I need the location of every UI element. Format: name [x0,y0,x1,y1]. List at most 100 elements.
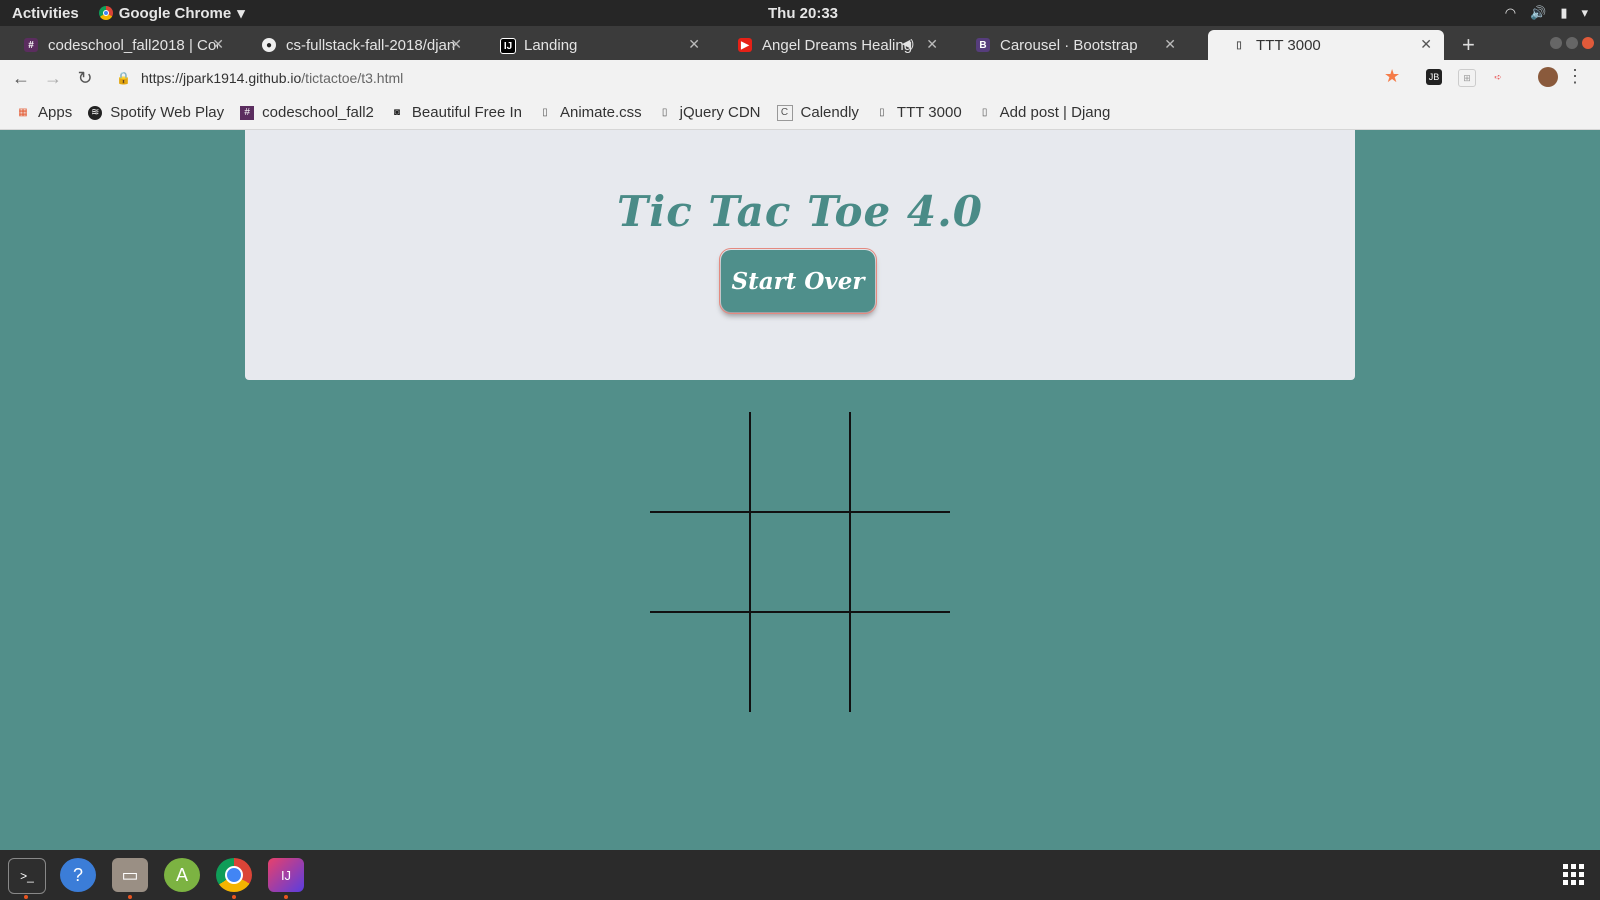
bookmark-add-post[interactable]: ▯ Add post | Djang [978,104,1111,121]
files-icon[interactable]: ▭ [112,858,148,892]
close-icon[interactable]: ✕ [688,36,700,53]
page-icon: ▯ [981,107,988,118]
tab-strip: # codeschool_fall2018 | Coc ✕ ● cs-fulls… [0,26,1600,60]
minimize-button[interactable] [1550,37,1562,49]
bootstrap-icon: B [976,38,990,52]
close-icon[interactable]: ✕ [450,36,462,53]
android-studio-icon[interactable]: A [164,858,200,892]
profile-avatar[interactable] [1538,67,1558,87]
chevron-down-icon[interactable]: ▾ [1581,5,1588,21]
calendly-icon: C [776,104,793,121]
bookmark-calendly[interactable]: C Calendly [776,104,859,121]
url-host: https://jpark1914.github.io [140,70,302,86]
extension-arrow-icon[interactable]: ➪ [1490,69,1506,85]
bookmark-codeschool[interactable]: # codeschool_fall2 [240,104,374,121]
bookmark-star-icon[interactable]: ★ [1384,66,1400,87]
tab-title: Angel Dreams Healing [762,36,912,54]
running-indicator [232,895,236,899]
tab-codeschool[interactable]: # codeschool_fall2018 | Coc ✕ [0,30,236,60]
app-menu[interactable]: Google Chrome ▾ [98,4,245,22]
url-path: /tictactoe/t3.html [301,70,404,86]
bookmark-label: Add post | Djang [999,104,1111,121]
header-card: Tic Tac Toe 4.0 Start Over [245,130,1355,380]
bookmark-apps[interactable]: ▦ Apps [16,104,72,121]
bookmark-ttt-3000[interactable]: ▯ TTT 3000 [875,104,962,121]
page-content: Tic Tac Toe 4.0 Start Over [0,130,1600,850]
board-cell[interactable] [650,412,749,511]
help-icon[interactable]: ? [60,858,96,892]
chevron-down-icon: ▾ [237,5,245,22]
board-cell[interactable] [751,513,850,612]
bookmark-label: Spotify Web Play [110,104,225,121]
bookmark-label: TTT 3000 [896,104,962,121]
page-icon: ▯ [879,107,885,118]
board-cell[interactable] [751,613,850,712]
board-cell[interactable] [650,513,749,612]
terminal-icon[interactable]: >_ [8,858,46,894]
tab-ttt-3000[interactable]: ▯ TTT 3000 ✕ [1208,30,1444,60]
wifi-icon[interactable]: ◠ [1505,5,1516,21]
bookmark-beautiful-free[interactable]: ◙ Beautiful Free In [390,104,522,121]
slack-hash-icon: # [240,105,255,120]
bookmark-jquery-cdn[interactable]: ▯ jQuery CDN [658,104,761,121]
jetbrains-extension-icon[interactable]: JB [1426,69,1442,85]
page-icon: ▯ [1236,39,1242,51]
lock-icon[interactable]: 🔒 [116,71,131,85]
close-icon[interactable]: ✕ [1420,36,1432,53]
tic-tac-toe-board [650,412,950,712]
chrome-icon[interactable] [216,858,252,892]
bookmarks-bar: ▦ Apps ≋ Spotify Web Play # codeschool_fall… [0,96,1600,130]
close-window-button[interactable] [1582,37,1594,49]
bookmark-label: Apps [38,104,73,121]
tab-title: Landing [524,36,578,54]
running-indicator [24,895,28,899]
tab-title: cs-fullstack-fall-2018/djan [286,36,456,54]
bookmark-spotify[interactable]: ≋ Spotify Web Play [88,104,224,121]
back-arrow-icon[interactable]: ← [10,68,32,89]
running-indicator [284,895,288,899]
tab-landing[interactable]: IJ Landing ✕ [476,30,712,60]
board-cell[interactable] [851,513,950,612]
start-over-button[interactable]: Start Over [719,248,877,314]
system-tray[interactable]: ◠ 🔊 ▮ ▾ [1505,5,1588,21]
tab-github[interactable]: ● cs-fullstack-fall-2018/djan ✕ [238,30,474,60]
running-indicator [128,895,132,899]
battery-icon[interactable]: ▮ [1560,5,1567,21]
bookmark-label: Animate.css [559,104,642,121]
more-options-icon[interactable]: ⋮ [1566,66,1584,87]
page-icon: ▯ [661,107,668,118]
audio-icon[interactable]: ◀) [902,37,914,50]
board-cell[interactable] [851,613,950,712]
board-cell[interactable] [851,412,950,511]
github-icon: ● [262,38,276,52]
chrome-icon [98,6,113,20]
close-icon[interactable]: ✕ [1164,36,1176,53]
volume-icon[interactable]: 🔊 [1530,5,1546,21]
show-applications-icon[interactable] [1563,864,1584,885]
reload-icon[interactable]: ↻ [74,68,96,89]
tab-angel-dreams[interactable]: ▶ Angel Dreams Healing ◀) ✕ [714,30,950,60]
system-top-bar: Activities Google Chrome ▾ Thu 20:33 ◠ 🔊… [0,0,1600,26]
close-icon[interactable]: ✕ [926,36,938,53]
activities-button[interactable]: Activities [12,5,79,22]
intellij-icon[interactable]: IJ [268,858,304,892]
youtube-icon: ▶ [738,38,752,52]
address-bar[interactable]: 🔒 https://jpark1914.github.io/tictactoe/… [116,66,1396,90]
tab-title: codeschool_fall2018 | Coc [48,36,218,54]
clock[interactable]: Thu 20:33 [768,5,838,22]
extension-icon[interactable]: ⊞ [1458,69,1476,87]
page-icon: ▯ [542,107,548,118]
board-cell[interactable] [751,412,850,511]
bookmark-animate-css[interactable]: ▯ Animate.css [538,104,642,121]
tab-carousel-bootstrap[interactable]: B Carousel · Bootstrap ✕ [952,30,1188,60]
forward-arrow-icon[interactable]: → [42,68,64,89]
bookmark-label: Calendly [800,104,859,121]
new-tab-button[interactable]: + [1462,32,1475,58]
tab-title: TTT 3000 [1256,36,1321,54]
close-icon[interactable]: ✕ [212,36,224,53]
board-cell[interactable] [650,613,749,712]
window-controls [1550,37,1594,49]
maximize-button[interactable] [1566,37,1578,49]
apps-grid-icon: ▦ [18,107,28,118]
slack-hash-icon: # [24,38,38,52]
